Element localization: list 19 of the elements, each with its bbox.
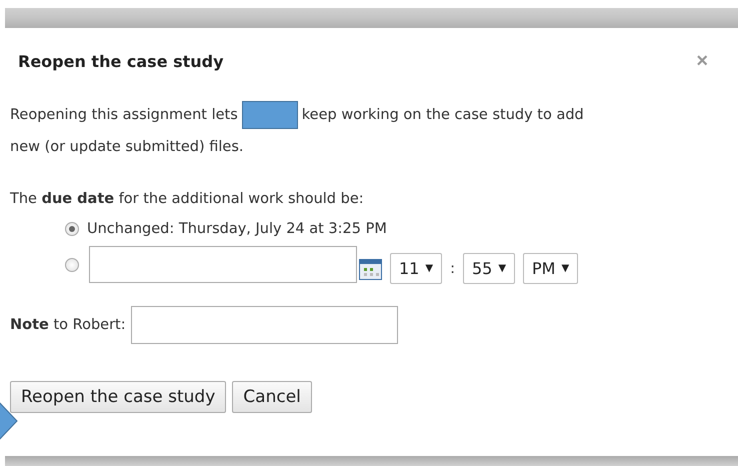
intro-text: Reopening this assignment lets xyxy=(10,106,238,125)
dialog-title: Reopen the case study xyxy=(18,52,224,70)
time-separator: : xyxy=(450,260,455,276)
intro-text: new (or update submitted) files. xyxy=(10,138,244,157)
cancel-button[interactable]: Cancel xyxy=(232,381,312,413)
radio-button[interactable] xyxy=(65,258,79,272)
option-label: Unchanged: Thursday, July 24 at 3:25 PM xyxy=(87,221,387,237)
note-field[interactable] xyxy=(130,306,398,344)
redaction-mark xyxy=(242,101,298,129)
reopen-button[interactable]: Reopen the case study xyxy=(10,381,226,413)
calendar-icon[interactable] xyxy=(359,259,382,280)
due-date-prompt: The due date for the additional work should be: xyxy=(10,191,365,207)
radio-button[interactable] xyxy=(65,222,79,236)
period-select[interactable]: PM ▼ xyxy=(523,253,578,284)
minute-select[interactable]: 55 ▼ xyxy=(462,253,516,284)
date-field[interactable] xyxy=(89,246,357,283)
note-label: Note to Robert: xyxy=(10,317,126,333)
hour-select[interactable]: 11 ▼ xyxy=(390,253,442,284)
intro-text: keep working on the case study to add xyxy=(302,106,584,125)
